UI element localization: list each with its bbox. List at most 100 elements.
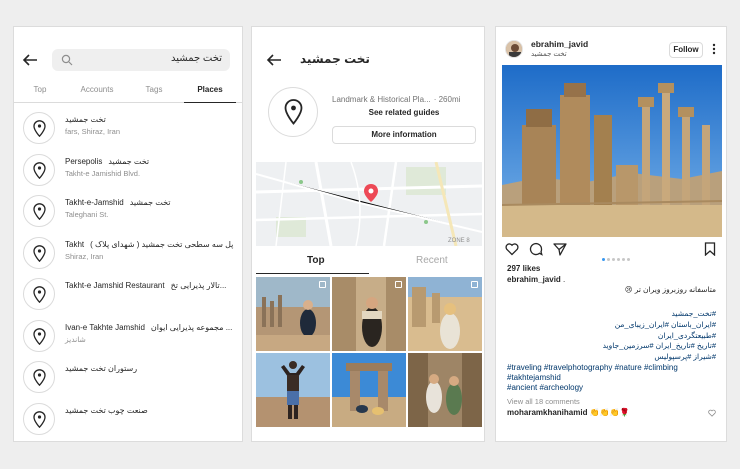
heart-icon[interactable] (505, 242, 519, 256)
place-title: Ivan-e Takhte Jamshid مجموعه پذیرایی ایوا… (65, 323, 236, 332)
related-guides-link[interactable]: See related guides (332, 108, 476, 117)
caption-suffix: . (563, 275, 566, 284)
select-checkbox[interactable] (471, 281, 478, 288)
hashtag-line[interactable]: #traveling #travelphotography #nature #c… (507, 363, 678, 373)
map-pin-icon (364, 184, 378, 202)
search-query: تخت جمشید (171, 53, 222, 64)
place-result[interactable]: Takht-e Jamshid Restaurant تالار پذیرایی … (14, 271, 242, 313)
place-map[interactable]: ZONE 8 (256, 162, 482, 246)
more-options-icon[interactable] (709, 43, 719, 55)
tab-accounts[interactable]: Accounts (70, 85, 124, 103)
back-arrow-icon[interactable] (266, 53, 282, 67)
select-checkbox[interactable] (395, 281, 402, 288)
location-pin-icon (33, 161, 46, 179)
hashtag-line[interactable]: #takhtejamshid (507, 373, 678, 383)
tab-recent[interactable]: Recent (416, 255, 448, 266)
avatar[interactable] (505, 40, 523, 58)
location-pin-icon (33, 203, 46, 220)
place-subtitle: Takht-e Jamishid Blvd. (65, 168, 141, 178)
post-location[interactable]: تخت جمشید (531, 50, 567, 58)
places-list: تخت جمشید fars, Shiraz, Iran Persepolis تخت… (14, 105, 242, 437)
hashtag-line[interactable]: #طبیعتگردی_ایران (506, 331, 716, 342)
place-title: Persepolis تخت جمشید (65, 157, 236, 166)
hashtag-line[interactable]: #شیراز #پرسپولیس (506, 352, 716, 363)
place-subtitle: fars, Shiraz, Iran (65, 127, 121, 136)
view-comments-link[interactable]: View all 18 comments (507, 397, 580, 406)
hashtags-en: #traveling #travelphotography #nature #c… (507, 363, 678, 394)
grid-photo[interactable] (256, 277, 330, 351)
place-title: Takht-e-Jamshid تخت جمشید (65, 198, 236, 207)
place-result[interactable]: Persepolis تخت جمشید Takht-e Jamishid Blvd… (14, 147, 242, 189)
post-username[interactable]: ebrahim_javid (531, 39, 588, 49)
place-icon-circle (23, 319, 55, 352)
location-pin-icon (33, 410, 46, 428)
search-input[interactable]: تخت جمشید (52, 49, 230, 71)
place-name: Takht (65, 239, 85, 249)
select-checkbox[interactable] (319, 281, 326, 288)
location-pin-icon (33, 327, 46, 345)
carousel-indicator (602, 248, 632, 266)
hashtag-line[interactable]: #ancient #archeology (507, 383, 678, 393)
place-icon-circle (23, 278, 55, 310)
place-name-fa: تالار پذیرایی تخ... (170, 281, 227, 290)
active-tab-indicator (256, 273, 369, 274)
follow-button[interactable]: Follow (669, 42, 703, 58)
tab-top[interactable]: Top (307, 255, 325, 266)
tab-top[interactable]: Top (14, 85, 66, 103)
place-icon-circle (23, 402, 55, 435)
comment-text: 👏👏👏🌹 (589, 408, 630, 417)
place-tabs: Top Recent (252, 251, 484, 274)
hashtag-line[interactable]: #ایران_باستان #ایران_زیبای_من (506, 320, 716, 331)
caption-username[interactable]: ebrahim_javid (507, 275, 561, 284)
post-image[interactable] (502, 65, 722, 237)
category-label: Landmark & Historical Pla... (332, 95, 431, 104)
hashtags-fa: #تخت_جمشید #ایران_باستان #ایران_زیبای_من… (506, 309, 716, 363)
grid-photo[interactable] (332, 353, 406, 427)
back-arrow-icon[interactable] (22, 52, 38, 68)
page-title: تخت جمشید (300, 52, 370, 66)
grid-photo[interactable] (332, 277, 406, 351)
place-name-fa: مجموعه پذیرایی ایوان ... (150, 322, 233, 332)
more-information-button[interactable]: More information (332, 126, 476, 144)
place-result[interactable]: تخت جمشید fars, Shiraz, Iran (14, 105, 242, 147)
caption-text: متاسفانه روزبروز ویران تر 😢 (624, 285, 716, 294)
place-result[interactable]: Ivan-e Takhte Jamshid مجموعه پذیرایی ایوا… (14, 313, 242, 355)
hashtag-line[interactable]: #تخت_جمشید (506, 309, 717, 320)
place-result[interactable]: صنعت چوب تخت جمشید (14, 396, 242, 438)
share-icon[interactable] (553, 242, 567, 256)
place-result[interactable]: Takht پل سه سطحی تخت جمشید ( شهدای پلاک )… (14, 230, 242, 272)
grid-photo[interactable] (256, 353, 330, 427)
comment-row: moharamkhanihamid 👏👏👏🌹 (507, 408, 630, 417)
location-pin-icon (33, 244, 46, 262)
search-header: تخت جمشید (22, 49, 230, 71)
place-name-fa: پل سه سطحی تخت جمشید ( شهدای پلاک ) (90, 239, 234, 249)
comment-icon[interactable] (529, 242, 543, 256)
location-pin-icon (284, 99, 303, 125)
place-name: Takht-e Jamshid Restaurant (65, 281, 165, 290)
place-title: رستوران تخت جمشید (65, 364, 236, 373)
location-pin-icon (33, 286, 46, 303)
like-count[interactable]: 297 likes (507, 264, 540, 273)
place-result[interactable]: رستوران تخت جمشید (14, 354, 242, 396)
search-results-screen: تخت جمشید Top Accounts Tags Places تخت ج… (13, 26, 243, 442)
comment-like-icon[interactable] (708, 409, 716, 417)
place-icon-circle (23, 361, 55, 393)
place-icon-circle (23, 112, 55, 144)
tab-places[interactable]: Places (184, 85, 236, 103)
tab-tags[interactable]: Tags (128, 85, 180, 103)
place-name-fa: تخت جمشید (129, 198, 171, 207)
hashtag-line[interactable]: #تاریخ #تاریخ_ایران #سرزمین_جاوید (506, 341, 716, 352)
place-title: تخت جمشید (65, 115, 236, 124)
map-zone-label: ZONE 8 (448, 238, 470, 244)
grid-photo[interactable] (408, 277, 482, 351)
place-category: Landmark & Historical Pla... · 260mi (332, 95, 460, 104)
location-pin-icon (33, 369, 46, 386)
bookmark-icon[interactable] (703, 242, 717, 256)
place-result[interactable]: Takht-e-Jamshid تخت جمشید Taleghani St. (14, 188, 242, 230)
caption-author: ebrahim_javid . (507, 275, 565, 284)
grid-photo[interactable] (408, 353, 482, 427)
search-icon (61, 54, 73, 66)
place-name: Takht-e-Jamshid (65, 198, 124, 207)
location-avatar (268, 87, 318, 137)
comment-username[interactable]: moharamkhanihamid (507, 408, 587, 417)
